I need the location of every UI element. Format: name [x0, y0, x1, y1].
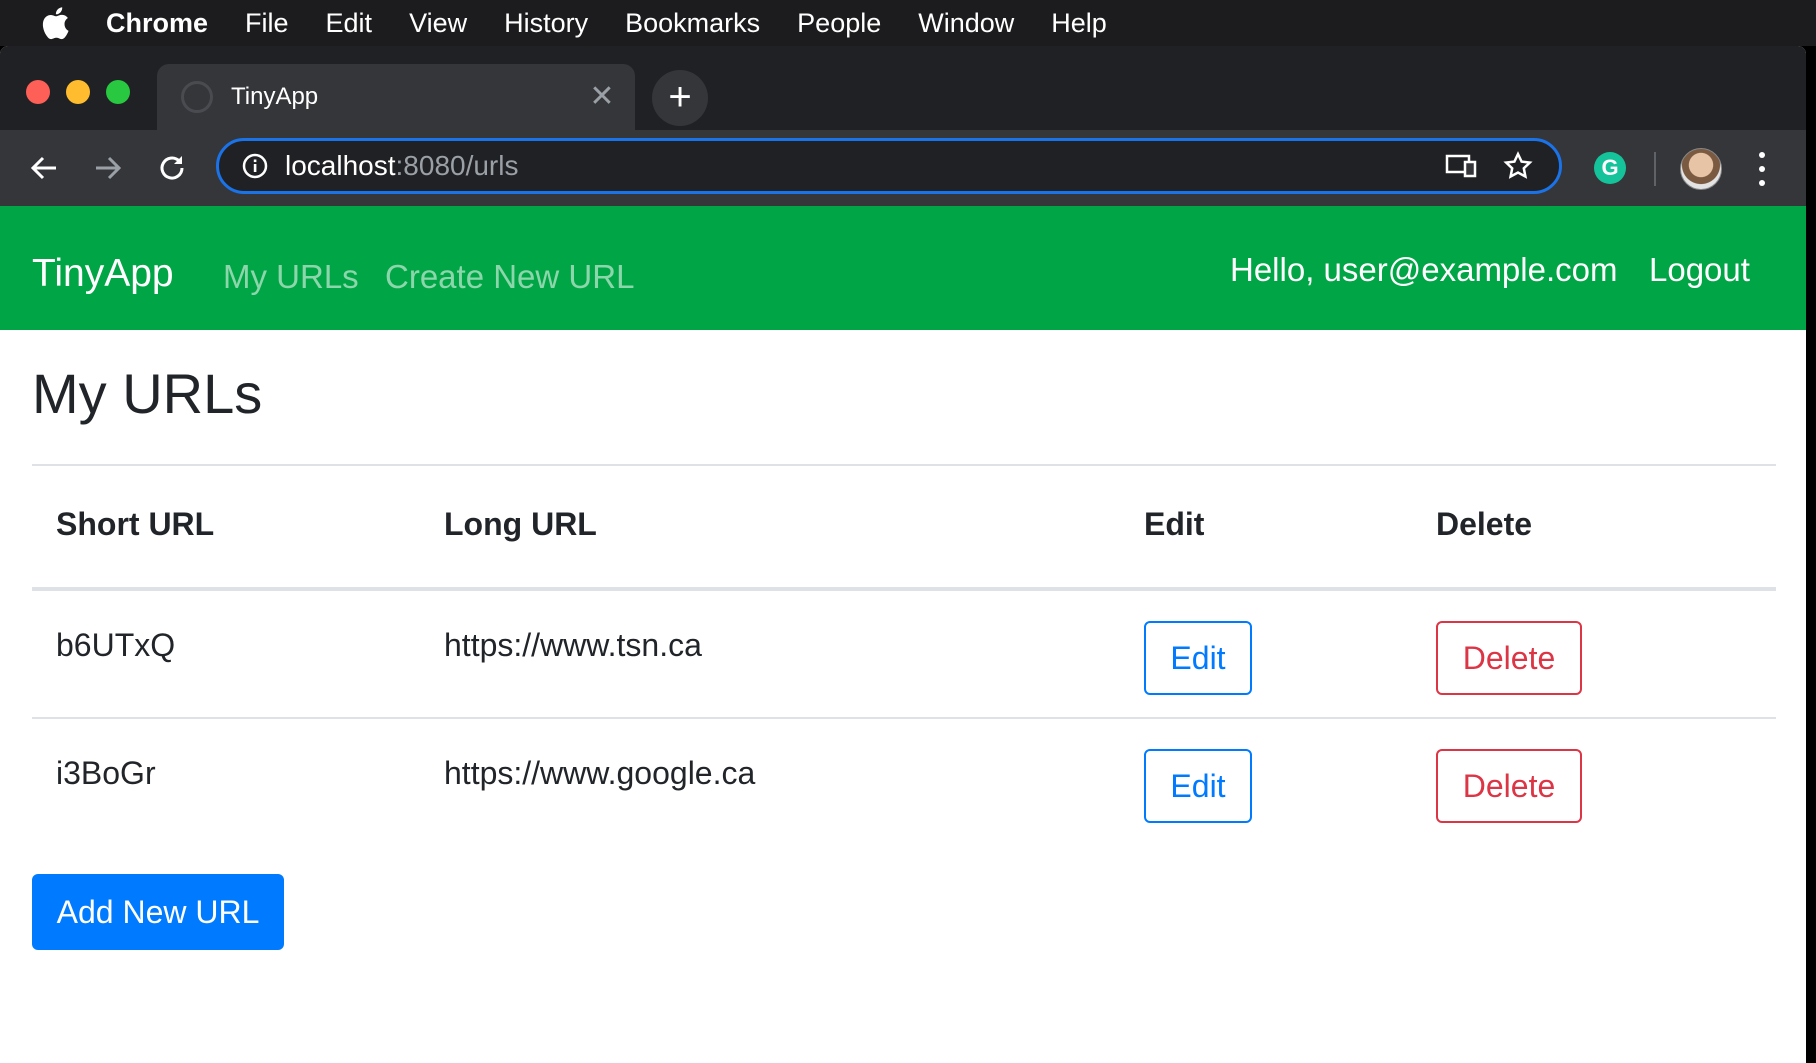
url-host: localhost — [285, 150, 396, 181]
long-url-cell: https://www.tsn.ca — [444, 627, 702, 663]
menu-edit[interactable]: Edit — [326, 8, 373, 39]
short-url-cell: b6UTxQ — [56, 627, 176, 663]
edit-button[interactable]: Edit — [1144, 621, 1252, 695]
menu-people[interactable]: People — [797, 8, 881, 39]
menu-file[interactable]: File — [245, 8, 289, 39]
tab-title: TinyApp — [231, 83, 319, 110]
delete-button[interactable]: Delete — [1436, 621, 1582, 695]
nav-link-my-urls[interactable]: My URLs — [223, 258, 359, 296]
navbar-brand[interactable]: TinyApp — [32, 252, 174, 296]
browser-toolbar: localhost:8080/urls G — [0, 130, 1806, 206]
tab-strip: TinyApp ✕ + — [0, 46, 1806, 130]
menu-help[interactable]: Help — [1051, 8, 1107, 39]
url-path: :8080/urls — [395, 150, 519, 181]
browser-window: TinyApp ✕ + localhost:8080/urls G TinyA… — [0, 46, 1806, 1063]
minimize-window-button[interactable] — [66, 80, 90, 104]
heading-divider — [32, 464, 1776, 466]
close-icon[interactable]: ✕ — [589, 82, 615, 112]
macos-menu-bar: Chrome File Edit View History Bookmarks … — [0, 0, 1816, 46]
menu-chrome[interactable]: Chrome — [106, 8, 208, 39]
plus-icon[interactable]: + — [652, 70, 708, 126]
edit-button[interactable]: Edit — [1144, 749, 1252, 823]
grammarly-icon[interactable]: G — [1594, 152, 1626, 184]
forward-arrow-icon[interactable] — [88, 148, 128, 188]
info-icon[interactable] — [241, 152, 269, 180]
column-header-long-url: Long URL — [444, 506, 597, 542]
tab-tinyapp[interactable]: TinyApp ✕ — [157, 64, 635, 130]
menu-view[interactable]: View — [409, 8, 467, 39]
delete-button[interactable]: Delete — [1436, 749, 1582, 823]
site-navbar: TinyApp My URLs Create New URL Hello, us… — [0, 206, 1806, 330]
back-arrow-icon[interactable] — [24, 148, 64, 188]
column-header-short-url: Short URL — [56, 506, 215, 542]
cast-icon[interactable] — [1445, 153, 1477, 179]
star-icon[interactable] — [1503, 151, 1533, 181]
nav-link-create-new-url[interactable]: Create New URL — [385, 258, 634, 296]
user-greeting: Hello, user@example.com — [1230, 251, 1618, 288]
favicon-icon — [181, 81, 213, 113]
menu-bookmarks[interactable]: Bookmarks — [625, 8, 760, 39]
menu-history[interactable]: History — [504, 8, 588, 39]
toolbar-divider — [1654, 152, 1656, 186]
table-row: i3BoGr https://www.google.ca Edit Delete — [32, 717, 1776, 843]
page-title: My URLs — [32, 362, 263, 425]
profile-avatar[interactable] — [1680, 148, 1722, 190]
apple-icon[interactable] — [40, 4, 78, 42]
zoom-window-button[interactable] — [106, 80, 130, 104]
menu-window[interactable]: Window — [918, 8, 1014, 39]
close-window-button[interactable] — [26, 80, 50, 104]
column-header-delete: Delete — [1436, 506, 1533, 542]
address-bar[interactable]: localhost:8080/urls — [216, 138, 1562, 194]
column-header-edit: Edit — [1144, 506, 1205, 542]
long-url-cell: https://www.google.ca — [444, 755, 756, 791]
logout-link[interactable]: Logout — [1649, 251, 1750, 289]
table-row: b6UTxQ https://www.tsn.ca Edit Delete — [32, 591, 1776, 717]
web-page: TinyApp My URLs Create New URL Hello, us… — [0, 206, 1806, 1063]
short-url-cell: i3BoGr — [56, 755, 156, 791]
more-vert-icon[interactable] — [1754, 152, 1770, 186]
reload-icon[interactable] — [152, 148, 192, 188]
add-new-url-button[interactable]: Add New URL — [32, 874, 284, 950]
